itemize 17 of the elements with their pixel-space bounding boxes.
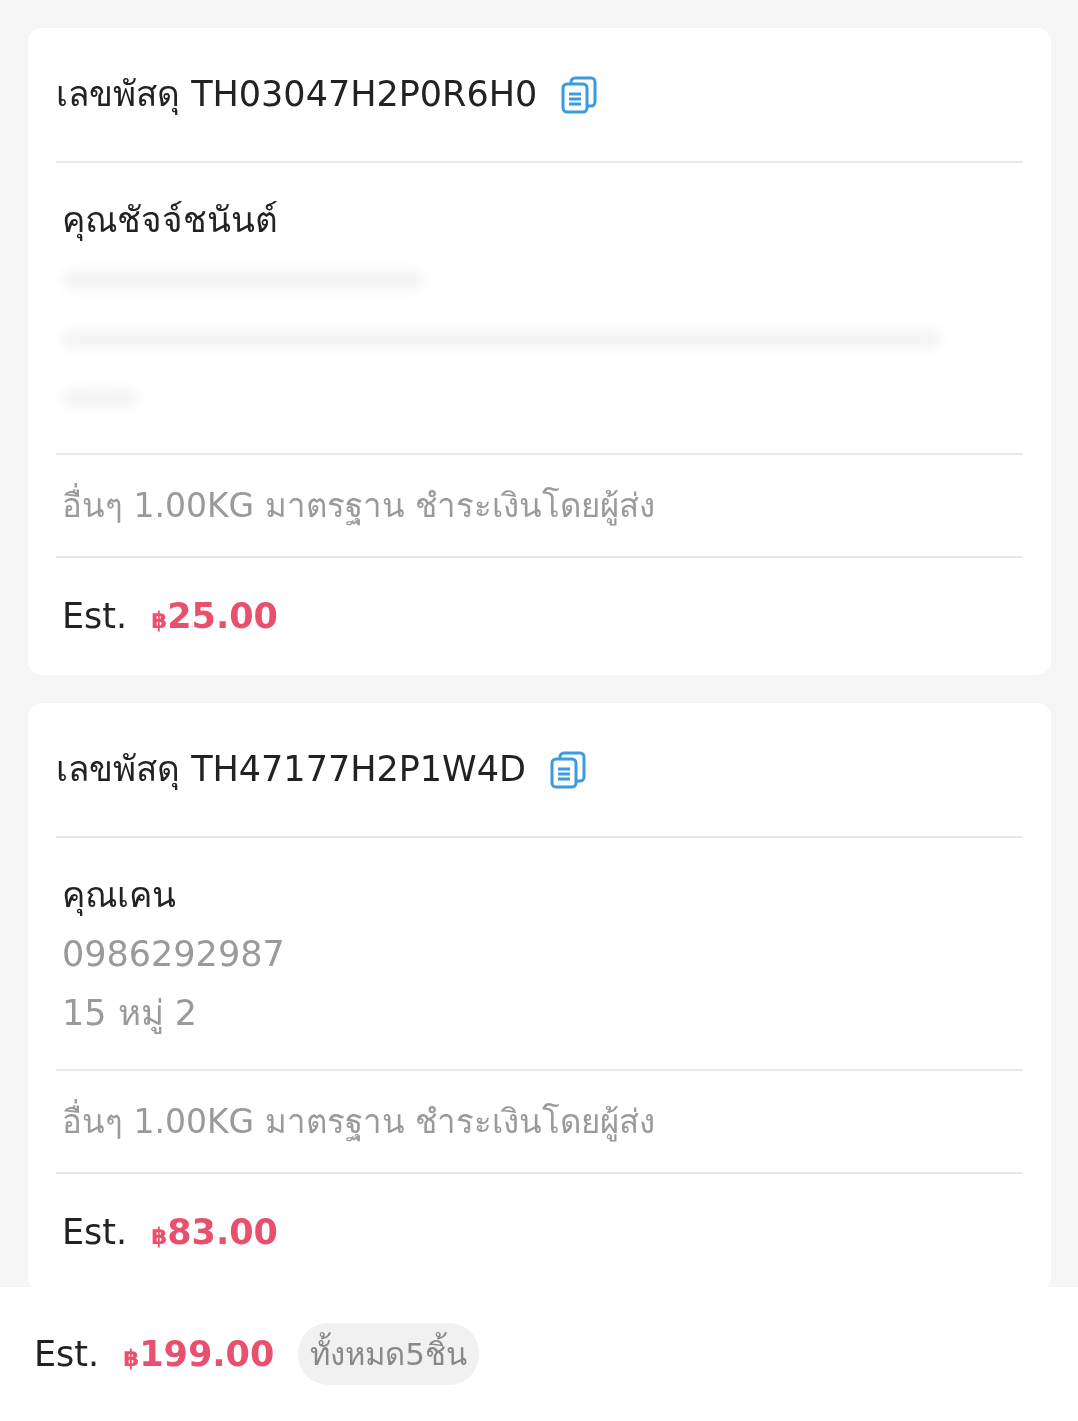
price: ฿25.00 (151, 595, 278, 639)
shipping-info: อื่นๆ 1.00KG มาตรฐาน ชำระเงินโดยผู้ส่ง (62, 482, 656, 528)
est-label: Est. (34, 1332, 100, 1376)
recipient-name: คุณชัจจ์ชนันต์ (62, 199, 279, 243)
est-label: Est. (62, 595, 128, 639)
phone-number: 0986292987 (62, 933, 286, 976)
shipping-info: อื่นๆ 1.00KG มาตรฐาน ชำระเงินโดยผู้ส่ง (62, 1098, 656, 1144)
price: ฿199.00 (123, 1332, 275, 1376)
address: 15 หมู่ 2 (62, 992, 199, 1036)
copy-icon[interactable] (561, 75, 598, 114)
est-label: Est. (62, 1211, 128, 1255)
copy-icon[interactable] (549, 750, 586, 789)
price: ฿83.00 (151, 1211, 278, 1255)
tracking-number: เลขพัสดุ TH47177H2P1W4D (56, 748, 526, 792)
tracking-number: เลขพัสดุ TH03047H2P0R6H0 (56, 73, 538, 117)
item-count-badge: ทั้งหมด5ชิ้น (298, 1322, 479, 1386)
recipient-name: คุณเคน (62, 874, 177, 918)
